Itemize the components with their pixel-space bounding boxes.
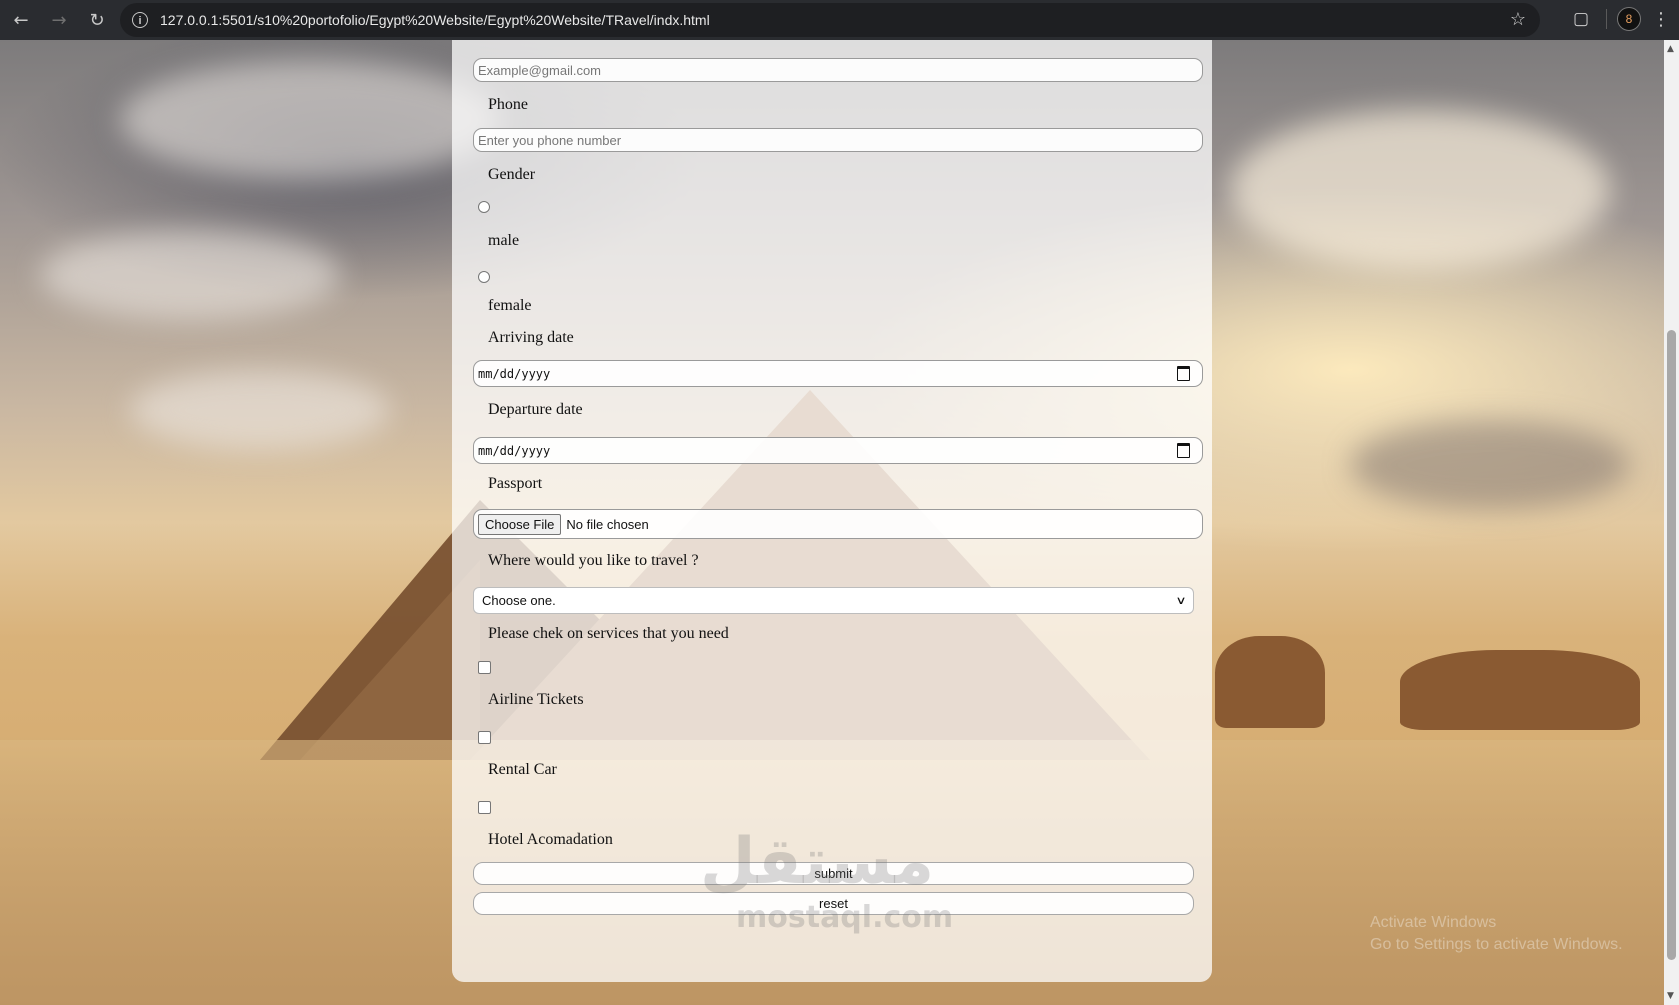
airline-tickets-label: Airline Tickets <box>488 691 584 708</box>
bookmark-star-icon[interactable]: ☆ <box>1510 9 1526 30</box>
passport-file-input[interactable]: Choose File No file chosen <box>473 509 1203 539</box>
travel-destination-select[interactable]: Choose one. ∨ <box>473 587 1194 614</box>
departure-date-value: mm/dd/yyyy <box>478 443 551 458</box>
profile-avatar[interactable]: 8 <box>1617 7 1641 31</box>
phone-input[interactable]: Enter you phone number <box>473 128 1203 152</box>
arriving-date-value: mm/dd/yyyy <box>478 366 551 381</box>
extensions-puzzle-icon[interactable]: ▢ <box>1566 4 1596 34</box>
file-status-text: No file chosen <box>566 516 649 532</box>
gender-male-radio[interactable] <box>478 201 490 213</box>
background-cloud <box>130 370 390 450</box>
gender-male-label: male <box>488 232 520 249</box>
watermark-arabic: مستقل <box>700 825 935 899</box>
hotel-accommodation-label: Hotel Acomadation <box>488 831 613 848</box>
airline-tickets-checkbox[interactable] <box>478 661 491 674</box>
page-viewport: Example@gmail.com Phone Enter you phone … <box>0 40 1664 1005</box>
email-input[interactable]: Example@gmail.com <box>473 58 1203 82</box>
forward-arrow-icon[interactable]: → <box>42 3 76 37</box>
background-ruin <box>1215 636 1325 728</box>
watermark-latin: mostaql.com <box>736 900 954 935</box>
arriving-date-input[interactable]: mm/dd/yyyy <box>473 360 1203 387</box>
services-label: Please chek on services that you need <box>488 625 729 642</box>
page-scrollbar[interactable]: ▲ ▼ <box>1664 40 1679 1005</box>
choose-file-button[interactable]: Choose File <box>478 513 562 535</box>
rental-car-checkbox[interactable] <box>478 731 491 744</box>
calendar-icon[interactable] <box>1177 366 1190 381</box>
arriving-date-label: Arriving date <box>488 329 574 346</box>
departure-date-label: Departure date <box>488 401 583 418</box>
departure-date-input[interactable]: mm/dd/yyyy <box>473 437 1203 464</box>
gender-female-radio[interactable] <box>478 271 490 283</box>
calendar-icon[interactable] <box>1177 443 1190 458</box>
toolbar-divider <box>1606 9 1607 29</box>
travel-destination-label: Where would you like to travel ? <box>488 552 699 569</box>
activate-windows-subtitle: Go to Settings to activate Windows. <box>1370 936 1623 953</box>
background-cloud <box>40 230 340 320</box>
browser-toolbar: ← → ↻ i 127.0.0.1:5501/s10%20portofolio/… <box>0 0 1679 40</box>
back-arrow-icon[interactable]: ← <box>4 3 38 37</box>
phone-label: Phone <box>488 96 528 113</box>
passport-label: Passport <box>488 475 543 492</box>
background-cloud <box>120 60 500 180</box>
reload-icon[interactable]: ↻ <box>80 3 114 37</box>
background-cloud <box>1350 420 1630 510</box>
background-cloud <box>1230 110 1610 270</box>
background-ruin <box>1400 650 1640 730</box>
browser-menu-icon[interactable]: ⋮ <box>1651 9 1671 30</box>
chevron-down-icon: ∨ <box>1175 594 1187 607</box>
gender-female-label: female <box>488 297 532 314</box>
address-bar[interactable]: i 127.0.0.1:5501/s10%20portofolio/Egypt%… <box>120 3 1540 37</box>
scrollbar-thumb[interactable] <box>1667 330 1676 960</box>
gender-label: Gender <box>488 166 536 183</box>
activate-windows-notice: Activate Windows Go to Settings to activ… <box>1370 912 1623 956</box>
url-text[interactable]: 127.0.0.1:5501/s10%20portofolio/Egypt%20… <box>160 12 710 28</box>
travel-destination-selected: Choose one. <box>482 593 556 608</box>
scroll-down-arrow-icon[interactable]: ▼ <box>1667 991 1674 1001</box>
site-info-icon[interactable]: i <box>132 12 148 28</box>
rental-car-label: Rental Car <box>488 761 557 778</box>
hotel-accommodation-checkbox[interactable] <box>478 801 491 814</box>
activate-windows-title: Activate Windows <box>1370 914 1497 931</box>
scroll-up-arrow-icon[interactable]: ▲ <box>1667 44 1674 54</box>
